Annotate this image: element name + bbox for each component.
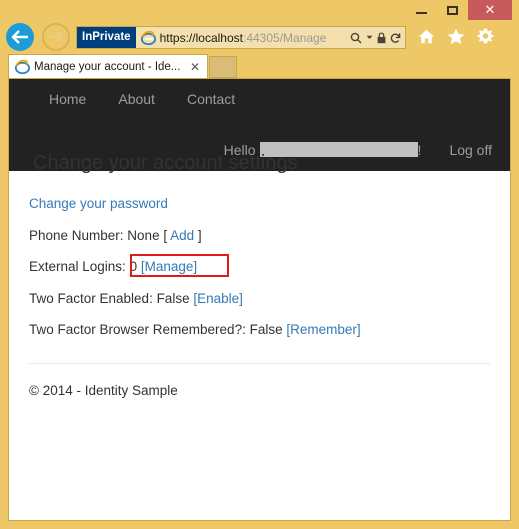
minimize-icon <box>416 12 427 14</box>
search-icon[interactable] <box>350 32 362 44</box>
address-bar-icons <box>346 27 405 48</box>
tab-title: Manage your account - Ide... <box>34 60 181 73</box>
forward-button[interactable] <box>42 23 70 51</box>
change-password-link[interactable]: Change your password <box>29 196 168 211</box>
two-factor-label: Two Factor Enabled: False <box>29 290 190 306</box>
two-factor-enable-link[interactable]: [Enable] <box>193 291 243 306</box>
external-logins-label: External Logins: <box>29 259 126 274</box>
lock-icon <box>377 31 386 43</box>
chevron-down-icon[interactable] <box>366 35 373 40</box>
browser-remembered-row: Two Factor Browser Remembered?: False [R… <box>29 323 490 337</box>
nav-link-contact[interactable]: Contact <box>187 92 235 106</box>
external-logins-count: 0 <box>129 259 138 274</box>
address-bar[interactable]: InPrivate https://localhost:44305/Manage <box>76 26 406 49</box>
forward-arrow-icon <box>49 31 64 43</box>
phone-add-link[interactable]: Add <box>170 228 194 243</box>
url-text: https://localhost:44305/Manage <box>159 27 346 48</box>
close-icon: ✕ <box>484 2 496 17</box>
tab-manage-account[interactable]: Manage your account - Ide... ✕ <box>8 54 208 78</box>
url-host: localhost <box>195 30 243 45</box>
back-arrow-icon <box>11 30 28 44</box>
log-off-link[interactable]: Log off <box>449 143 492 157</box>
internet-explorer-icon <box>140 30 156 45</box>
two-factor-row: Two Factor Enabled: False [Enable] <box>29 290 490 306</box>
page-footer: © 2014 - Identity Sample <box>29 382 178 398</box>
maximize-icon <box>447 5 458 15</box>
url-path: :44305/Manage <box>242 30 327 45</box>
home-icon[interactable] <box>418 29 435 44</box>
nav-link-home[interactable]: Home <box>49 92 86 106</box>
external-logins-manage-link[interactable]: [Manage] <box>141 259 197 274</box>
gear-icon[interactable] <box>477 28 494 45</box>
title-bar: ✕ <box>0 0 519 20</box>
minimize-button[interactable] <box>406 0 437 20</box>
browser-window: ✕ InPrivate https:// localhost:44305/Ma… <box>0 0 519 529</box>
external-logins-row: External Logins: 0 [Manage] <box>29 254 490 277</box>
inprivate-badge: InPrivate <box>77 27 136 48</box>
external-logins-group: External Logins: 0 [Manage] <box>29 254 229 277</box>
content-divider <box>29 362 490 364</box>
favorites-star-icon[interactable] <box>447 28 465 45</box>
address-favicon <box>136 27 159 48</box>
tab-strip: Manage your account - Ide... ✕ <box>0 54 519 78</box>
tab-favicon-internet-explorer-icon <box>15 59 30 74</box>
tab-close-icon[interactable]: ✕ <box>187 60 203 74</box>
window-controls: ✕ <box>406 0 512 20</box>
page-content: Change your account settings Change your… <box>9 153 510 398</box>
new-tab-button[interactable] <box>209 56 237 78</box>
change-password-row: Change your password <box>29 197 490 211</box>
greeting-suffix: ! <box>417 141 422 158</box>
toolbar-icons <box>418 28 494 45</box>
refresh-icon[interactable] <box>390 32 401 44</box>
back-button[interactable] <box>6 23 34 51</box>
phone-number-label: Phone Number: None [ <box>29 227 168 243</box>
maximize-button[interactable] <box>437 0 468 20</box>
phone-bracket-close: ] <box>197 227 202 243</box>
site-nav-links: Home About Contact <box>49 92 235 106</box>
phone-number-row: Phone Number: None [ Add ] <box>29 227 490 243</box>
nav-link-about[interactable]: About <box>118 92 155 106</box>
browser-remember-link[interactable]: [Remember] <box>286 322 360 337</box>
browser-remembered-label: Two Factor Browser Remembered?: False <box>29 322 283 337</box>
close-button[interactable]: ✕ <box>468 0 512 20</box>
page-viewport: Home About Contact Hello! Log off Change… <box>8 78 511 521</box>
url-scheme: https:// <box>159 30 196 45</box>
page-title: Change your account settings <box>33 152 298 174</box>
browser-toolbar: InPrivate https://localhost:44305/Manage <box>0 20 519 54</box>
